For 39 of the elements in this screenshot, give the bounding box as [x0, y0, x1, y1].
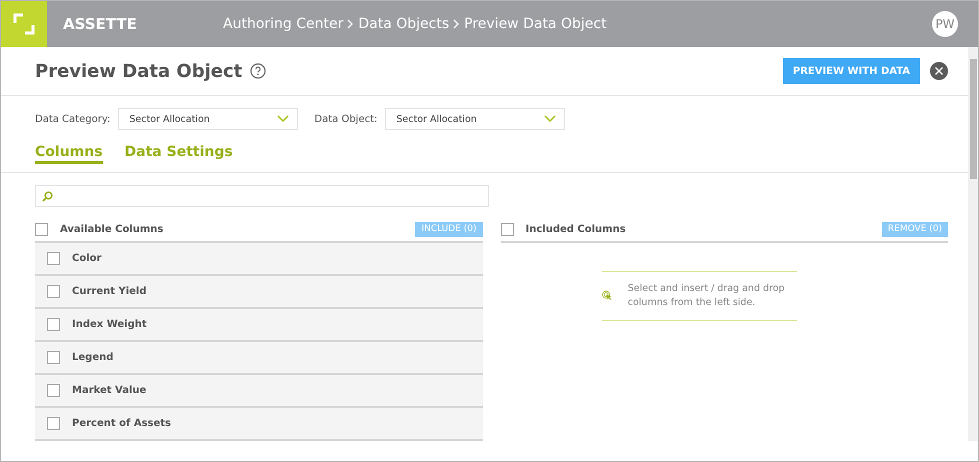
tab[interactable]: Columns	[35, 144, 103, 164]
checkbox[interactable]	[47, 285, 60, 298]
help-icon[interactable]	[250, 63, 266, 79]
scrollbar[interactable]	[968, 47, 978, 441]
column-list-item[interactable]: Percent of Assets	[35, 408, 482, 441]
checkbox[interactable]	[47, 351, 60, 364]
preview-with-data-button[interactable]: PREVIEW WITH DATA	[782, 58, 920, 84]
panel-title: Available Columns	[60, 224, 164, 234]
close-icon[interactable]	[930, 62, 948, 80]
column-list-item[interactable]: Market Value	[35, 375, 482, 408]
tab[interactable]: Data Settings	[124, 144, 233, 164]
dropdown[interactable]: Sector Allocation	[385, 108, 566, 130]
column-list-item[interactable]: Index Weight	[35, 309, 482, 342]
search-icon	[42, 190, 53, 202]
empty-message: Select and insert / drag and drop columns from the left side.	[628, 282, 786, 310]
user-avatar[interactable]: PW	[932, 11, 958, 37]
column-list-item[interactable]: Legend	[35, 342, 482, 375]
breadcrumb-item[interactable]: Preview Data Object	[464, 16, 607, 32]
filter-label: Data Category:	[35, 114, 110, 124]
panel-title: Included Columns	[526, 224, 627, 234]
chevron-icon	[453, 19, 460, 29]
checkbox[interactable]	[47, 417, 60, 430]
search-field[interactable]	[35, 185, 489, 207]
checkbox[interactable]	[47, 384, 60, 397]
chevron-down-icon	[277, 115, 290, 123]
checkbox[interactable]	[47, 252, 60, 265]
dropdown[interactable]: Sector Allocation	[118, 108, 298, 130]
checkbox[interactable]	[500, 222, 514, 236]
filter-label: Data Object:	[314, 114, 378, 124]
brand-name: ASSETTE	[63, 15, 138, 33]
breadcrumb-item[interactable]: Authoring Center	[223, 16, 344, 32]
chevron-icon	[347, 19, 354, 29]
breadcrumb-item[interactable]: Data Objects	[358, 16, 450, 32]
checkbox[interactable]	[35, 222, 48, 236]
page-title: Preview Data Object	[35, 60, 242, 82]
chevron-down-icon	[544, 115, 556, 123]
checkbox[interactable]	[47, 318, 60, 331]
column-list-item[interactable]: Current Yield	[35, 276, 482, 309]
column-list-item[interactable]: Color	[35, 243, 482, 276]
